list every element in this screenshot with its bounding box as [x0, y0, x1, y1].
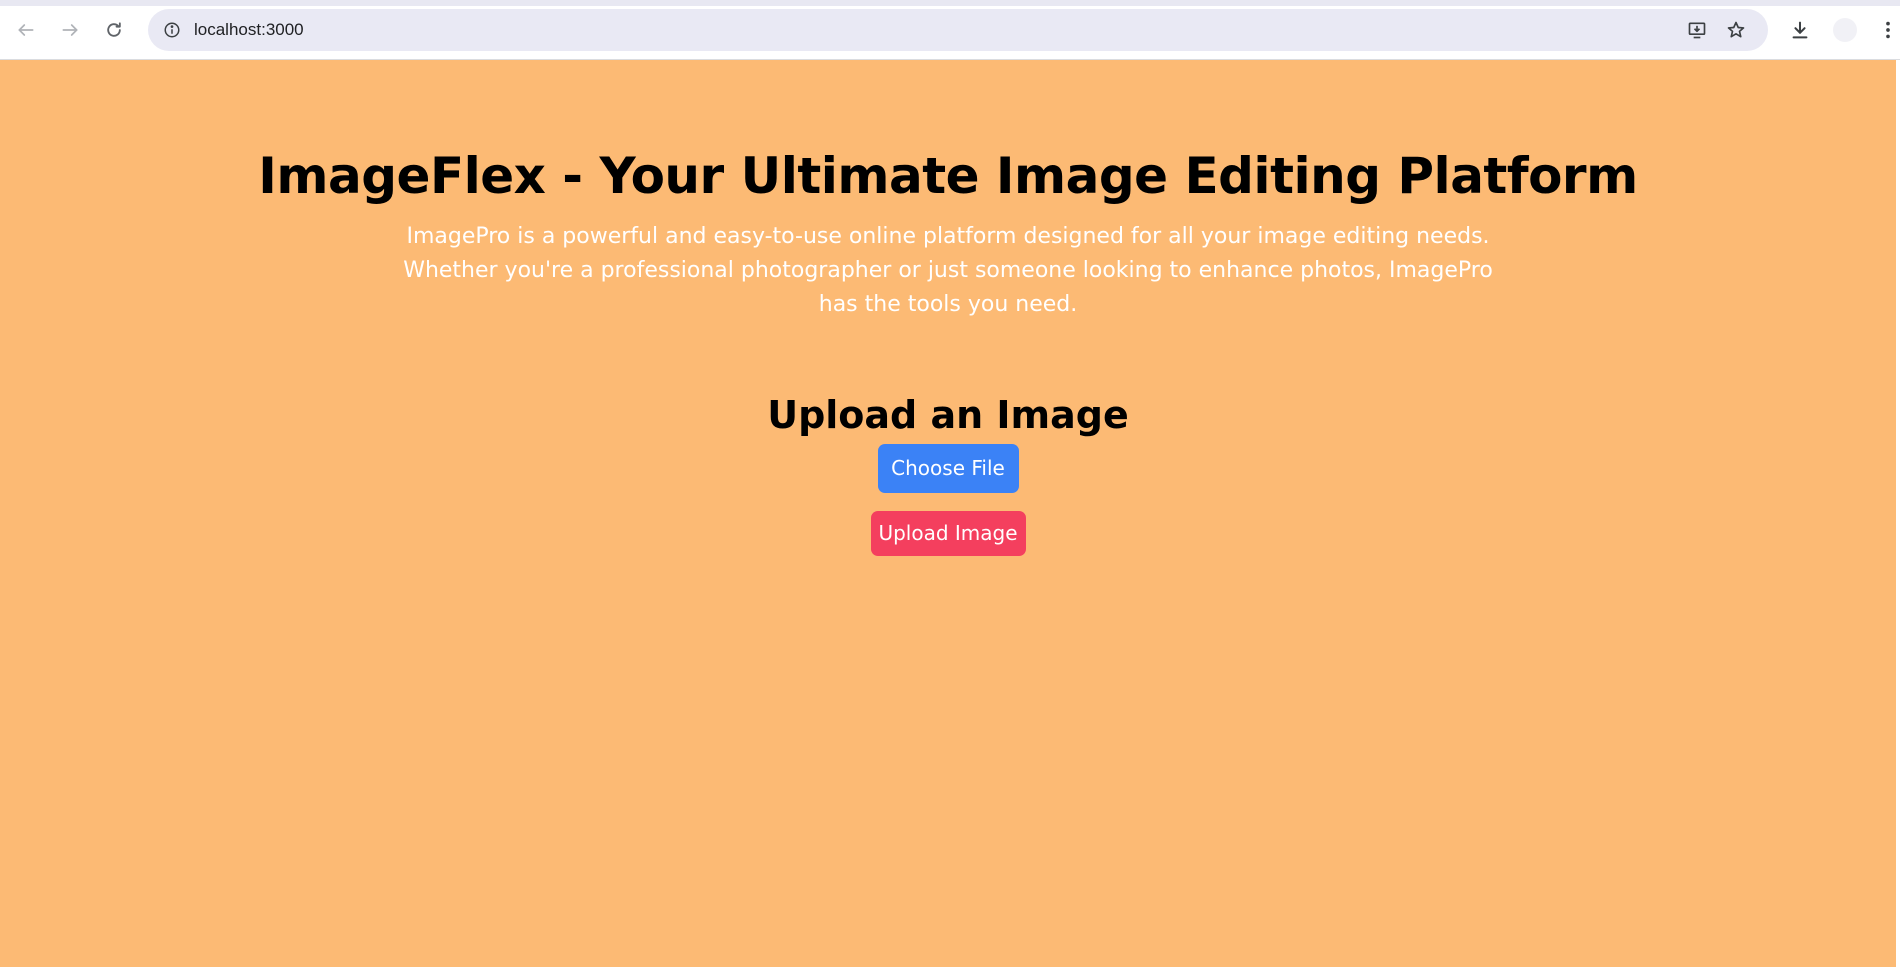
url-text[interactable]: localhost:3000 — [194, 20, 304, 40]
star-icon — [1727, 21, 1745, 38]
page-description: ImagePro is a powerful and easy-to-use o… — [403, 224, 1493, 317]
site-info-button[interactable] — [160, 18, 184, 42]
page-title: ImageFlex - Your Ultimate Image Editing … — [258, 147, 1638, 205]
profile-avatar — [1833, 18, 1857, 42]
arrow-right-icon — [62, 24, 78, 36]
install-app-icon — [1688, 22, 1706, 39]
browser-toolbar: localhost:3000 — [0, 0, 1900, 60]
downloads-button[interactable] — [1785, 15, 1815, 45]
tab-strip-edge — [0, 0, 1900, 6]
reload-button[interactable] — [98, 12, 130, 48]
upload-image-button[interactable]: Upload Image — [870, 511, 1026, 556]
browser-menu-button[interactable] — [1878, 15, 1898, 45]
info-icon — [164, 22, 180, 38]
choose-file-button[interactable]: Choose File — [877, 444, 1019, 493]
profile-button[interactable] — [1830, 15, 1860, 45]
address-bar[interactable]: localhost:3000 — [148, 9, 1768, 51]
bookmark-button[interactable] — [1723, 18, 1749, 42]
upload-heading: Upload an Image — [767, 393, 1129, 437]
forward-button[interactable] — [54, 12, 86, 48]
reload-icon — [107, 22, 121, 37]
back-button[interactable] — [10, 12, 42, 48]
hero-section: ImageFlex - Your Ultimate Image Editing … — [0, 146, 1896, 322]
install-app-button[interactable] — [1684, 18, 1710, 42]
choose-file-row: Choose File — [0, 440, 1896, 493]
download-icon — [1792, 21, 1808, 39]
upload-section: Upload an Image Choose File Upload Image — [0, 390, 1896, 556]
kebab-menu-icon — [1886, 21, 1890, 39]
arrow-left-icon — [18, 24, 34, 36]
scrollbar-track[interactable] — [1896, 60, 1900, 967]
upload-row: Upload Image — [0, 493, 1896, 556]
